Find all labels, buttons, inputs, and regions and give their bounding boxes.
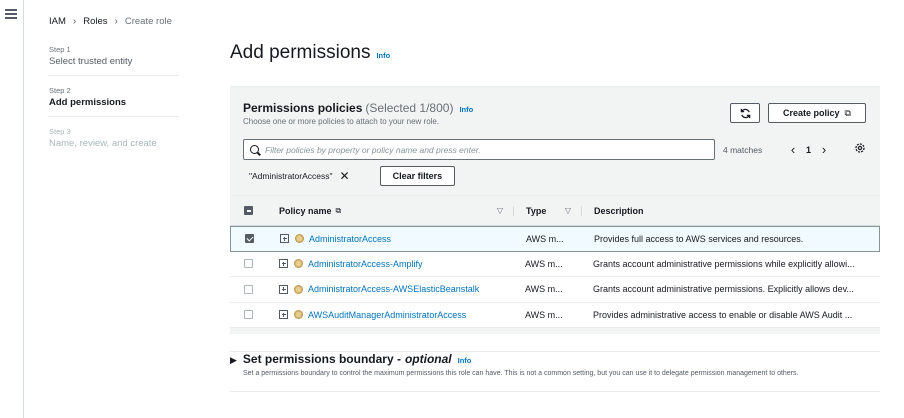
next-page-icon[interactable]: › — [817, 142, 831, 157]
breadcrumb: IAM › Roles › Create role — [49, 16, 172, 27]
side-navigation-rail — [0, 0, 24, 418]
table-header: Policy name ⧉ ▽ Type ▽ Description — [230, 195, 880, 226]
table-row[interactable]: AdministratorAccess-AWSElasticBeanstalk … — [230, 277, 880, 303]
step-3: Step 3 Name, review, and create — [49, 127, 179, 157]
column-header-policy-name[interactable]: Policy name ⧉ ▽ — [267, 206, 513, 216]
panel-title: Permissions policies (Selected 1/800) In… — [243, 101, 473, 115]
breadcrumb-roles[interactable]: Roles — [83, 16, 107, 27]
table-row[interactable]: AdministratorAccess AWS m... Provides fu… — [230, 226, 880, 252]
row-checkbox[interactable] — [244, 259, 253, 269]
refresh-icon — [740, 108, 750, 118]
policy-description: Provides full access to AWS services and… — [594, 233, 804, 244]
page-number[interactable]: 1 — [806, 145, 811, 155]
breadcrumb-create-role: Create role — [124, 16, 172, 27]
create-policy-label: Create policy — [783, 108, 840, 118]
column-header-label: Policy name — [279, 205, 332, 216]
select-all-checkbox[interactable] — [244, 206, 253, 215]
page-title: Add permissions Info — [230, 42, 390, 64]
sort-down-icon[interactable]: ▽ — [565, 206, 571, 215]
step-2: Step 2 Add permissions — [49, 86, 179, 117]
chevron-right-icon: › — [114, 16, 118, 27]
matches-count: 4 matches — [723, 145, 763, 155]
previous-page-icon[interactable]: ‹ — [786, 142, 800, 157]
policy-name-link[interactable]: AdministratorAccess-Amplify — [308, 259, 423, 269]
expand-icon[interactable] — [280, 234, 289, 244]
page-title-text: Add permissions — [230, 42, 371, 63]
step-number: Step 2 — [49, 86, 71, 95]
step-title: Select trusted entity — [49, 56, 133, 67]
policy-description: Grants account administrative permission… — [593, 284, 854, 295]
step-number: Step 1 — [49, 45, 71, 54]
caret-right-icon[interactable]: ▶ — [230, 355, 237, 366]
permissions-boundary-toggle[interactable]: ▶ Set permissions boundary - optional In… — [230, 352, 880, 366]
policy-type: AWS m... — [525, 284, 563, 295]
permissions-boundary-section: ▶ Set permissions boundary - optional In… — [230, 351, 880, 377]
external-link-icon: ⧉ — [335, 205, 342, 215]
filter-chips: "AdministratorAccess" ✕ Clear filters — [243, 165, 456, 187]
wizard-steps: Step 1 Select trusted entity Step 2 Add … — [49, 45, 179, 167]
policy-name-link[interactable]: AWSAuditManagerAdministratorAccess — [308, 310, 466, 320]
filter-chip-label: "AdministratorAccess" — [249, 171, 333, 181]
policies-table: Policy name ⧉ ▽ Type ▽ Description Admin… — [230, 195, 880, 328]
table-row[interactable]: AWSAuditManagerAdministratorAccess AWS m… — [230, 302, 880, 328]
row-checkbox[interactable] — [245, 234, 254, 244]
info-link[interactable]: Info — [459, 105, 473, 114]
policy-name-link[interactable]: AdministratorAccess — [309, 234, 391, 244]
column-header-description: Description — [581, 205, 880, 216]
pagination: ‹ 1 › — [786, 142, 831, 157]
close-icon[interactable]: ✕ — [340, 169, 350, 183]
panel-subtitle: Choose one or more policies to attach to… — [243, 117, 440, 126]
panel-header: Permissions policies (Selected 1/800) In… — [243, 101, 473, 126]
aws-managed-icon — [295, 234, 304, 244]
aws-managed-icon — [294, 259, 303, 269]
filter-chip: "AdministratorAccess" ✕ — [243, 165, 356, 187]
boundary-description: Set a permissions boundary to control th… — [243, 370, 799, 377]
search-input[interactable] — [265, 144, 695, 155]
refresh-button[interactable] — [730, 103, 760, 123]
policy-description: Grants account administrative permission… — [593, 258, 855, 269]
expand-icon[interactable] — [279, 259, 288, 269]
row-checkbox[interactable] — [244, 284, 253, 294]
step-1[interactable]: Step 1 Select trusted entity — [49, 45, 179, 76]
step-title: Add permissions — [49, 97, 127, 108]
policy-description: Provides administrative access to enable… — [593, 309, 853, 320]
selected-count: (Selected 1/800) — [365, 101, 454, 115]
gear-icon[interactable] — [854, 142, 866, 154]
policy-type: AWS m... — [525, 258, 563, 269]
aws-managed-icon — [294, 310, 303, 320]
external-link-icon: ⧉ — [844, 107, 851, 118]
column-header-type[interactable]: Type ▽ — [513, 205, 581, 216]
panel-title-text: Permissions policies — [243, 101, 363, 115]
expand-icon[interactable] — [279, 284, 288, 294]
policy-type: AWS m... — [526, 233, 564, 244]
step-title: Name, review, and create — [49, 138, 157, 149]
clear-filters-button[interactable]: Clear filters — [379, 166, 456, 186]
chevron-right-icon: › — [72, 16, 77, 27]
permissions-policies-panel: Permissions policies (Selected 1/800) In… — [230, 86, 880, 334]
boundary-title-text: Set permissions boundary - — [242, 352, 401, 366]
aws-managed-icon — [294, 284, 303, 294]
info-link[interactable]: Info — [376, 51, 390, 60]
boundary-title-optional: optional — [404, 352, 452, 366]
row-checkbox[interactable] — [244, 310, 253, 320]
step-number: Step 3 — [49, 127, 71, 136]
table-row[interactable]: AdministratorAccess-Amplify AWS m... Gra… — [230, 251, 880, 277]
column-header-label: Type — [526, 205, 547, 216]
policy-name-link[interactable]: AdministratorAccess-AWSElasticBeanstalk — [308, 284, 479, 294]
menu-icon[interactable] — [5, 9, 17, 19]
expand-icon[interactable] — [279, 310, 288, 320]
divider — [230, 391, 880, 392]
breadcrumb-iam[interactable]: IAM — [49, 16, 66, 27]
create-policy-button[interactable]: Create policy ⧉ — [768, 103, 866, 123]
sort-down-icon[interactable]: ▽ — [497, 206, 503, 215]
policy-type: AWS m... — [525, 309, 563, 320]
info-link[interactable]: Info — [458, 356, 472, 365]
search-icon — [250, 145, 259, 154]
search-field[interactable] — [243, 139, 715, 160]
